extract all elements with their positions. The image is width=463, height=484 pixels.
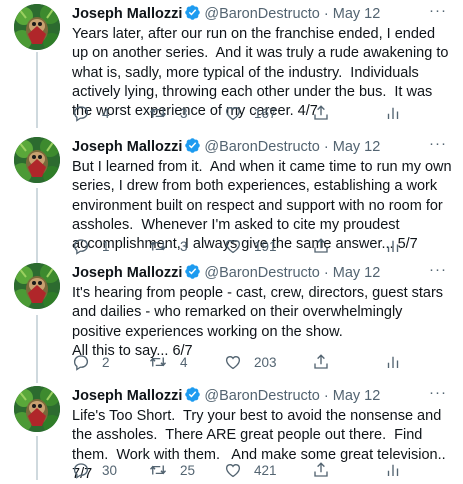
- reply-icon: [73, 106, 89, 122]
- avatar[interactable]: [14, 4, 60, 50]
- reply-button[interactable]: 2: [72, 353, 110, 371]
- tweet-actions: 4 3 167: [72, 104, 455, 122]
- author-handle[interactable]: @BaronDestructo: [204, 6, 319, 22]
- retweet-button[interactable]: 3: [148, 237, 188, 255]
- retweet-count: 4: [180, 354, 188, 370]
- reply-count: 1: [102, 238, 110, 254]
- retweet-count: 3: [180, 105, 188, 121]
- avatar[interactable]: [14, 137, 60, 183]
- retweet-icon: [149, 357, 167, 367]
- share-icon: [314, 462, 328, 477]
- tweet[interactable]: Joseph Mallozzi @BaronDestructo · May 12 …: [0, 136, 463, 257]
- avatar[interactable]: [14, 263, 60, 309]
- separator-dot: ·: [323, 6, 329, 22]
- tweet-text: It's hearing from people - cast, crew, d…: [72, 285, 444, 359]
- author-name[interactable]: Joseph Mallozzi: [72, 139, 182, 155]
- analytics-button[interactable]: [384, 353, 402, 371]
- like-icon: [225, 107, 241, 121]
- more-icon[interactable]: ···: [429, 385, 447, 400]
- reply-button[interactable]: 4: [72, 104, 110, 122]
- verified-badge-icon: [184, 386, 201, 408]
- tweet-header: Joseph Mallozzi @BaronDestructo · May 12 …: [72, 136, 453, 155]
- share-button[interactable]: [312, 353, 330, 371]
- avatar[interactable]: [14, 386, 60, 432]
- tweet[interactable]: Joseph Mallozzi @BaronDestructo · May 12 …: [0, 385, 463, 482]
- reply-icon: [73, 463, 89, 479]
- reply-count: 4: [102, 105, 110, 121]
- like-icon: [225, 464, 241, 478]
- tweet-actions: 30 25 421: [72, 461, 455, 479]
- verified-badge-icon: [184, 4, 201, 26]
- like-button[interactable]: 167: [224, 104, 277, 122]
- retweet-button[interactable]: 25: [148, 461, 195, 479]
- tweet-actions: 1 3 191: [72, 237, 455, 255]
- author-name[interactable]: Joseph Mallozzi: [72, 265, 182, 281]
- retweet-icon: [149, 241, 167, 251]
- tweet[interactable]: Joseph Mallozzi @BaronDestructo · May 12 …: [0, 262, 463, 373]
- like-icon: [225, 240, 241, 254]
- tweet-date[interactable]: May 12: [333, 6, 381, 22]
- like-count: 191: [254, 238, 277, 254]
- retweet-count: 3: [180, 238, 188, 254]
- retweet-icon: [149, 108, 167, 118]
- analytics-icon: [387, 356, 399, 368]
- reply-icon: [73, 239, 89, 255]
- share-icon: [314, 105, 328, 120]
- reply-icon: [73, 355, 89, 371]
- like-icon: [225, 356, 241, 370]
- analytics-icon: [387, 464, 399, 476]
- share-button[interactable]: [312, 237, 330, 255]
- author-name[interactable]: Joseph Mallozzi: [72, 6, 182, 22]
- tweet-header: Joseph Mallozzi @BaronDestructo · May 12 …: [72, 262, 453, 281]
- more-icon[interactable]: ···: [429, 3, 447, 18]
- analytics-button[interactable]: [384, 104, 402, 122]
- retweet-icon: [149, 465, 167, 475]
- tweet-actions: 2 4 203: [72, 353, 455, 371]
- author-name[interactable]: Joseph Mallozzi: [72, 388, 182, 404]
- more-icon[interactable]: ···: [429, 262, 447, 277]
- tweet[interactable]: Joseph Mallozzi @BaronDestructo · May 12 …: [0, 3, 463, 124]
- verified-badge-icon: [184, 263, 201, 285]
- like-button[interactable]: 191: [224, 237, 277, 255]
- author-handle[interactable]: @BaronDestructo: [204, 388, 319, 404]
- like-button[interactable]: 203: [224, 353, 277, 371]
- tweet-header: Joseph Mallozzi @BaronDestructo · May 12 …: [72, 3, 453, 22]
- retweet-button[interactable]: 3: [148, 104, 188, 122]
- tweet-date[interactable]: May 12: [333, 265, 381, 281]
- share-button[interactable]: [312, 461, 330, 479]
- tweet-date[interactable]: May 12: [333, 388, 381, 404]
- share-button[interactable]: [312, 104, 330, 122]
- verified-badge-icon: [184, 137, 201, 159]
- like-count: 421: [254, 462, 277, 478]
- analytics-icon: [387, 107, 399, 119]
- reply-button[interactable]: 30: [72, 461, 117, 479]
- tweet-header: Joseph Mallozzi @BaronDestructo · May 12 …: [72, 385, 453, 404]
- analytics-icon: [387, 240, 399, 252]
- reply-count: 2: [102, 354, 110, 370]
- separator-dot: ·: [323, 139, 329, 155]
- reply-count: 30: [102, 462, 118, 478]
- author-handle[interactable]: @BaronDestructo: [204, 265, 319, 281]
- analytics-button[interactable]: [384, 237, 402, 255]
- analytics-button[interactable]: [384, 461, 402, 479]
- more-icon[interactable]: ···: [429, 136, 447, 151]
- like-count: 167: [254, 105, 277, 121]
- like-button[interactable]: 421: [224, 461, 277, 479]
- like-count: 203: [254, 354, 277, 370]
- share-icon: [314, 238, 328, 253]
- separator-dot: ·: [323, 265, 329, 281]
- separator-dot: ·: [323, 388, 329, 404]
- reply-button[interactable]: 1: [72, 237, 110, 255]
- author-handle[interactable]: @BaronDestructo: [204, 139, 319, 155]
- retweet-count: 25: [180, 462, 196, 478]
- share-icon: [314, 354, 328, 369]
- tweet-date[interactable]: May 12: [333, 139, 381, 155]
- retweet-button[interactable]: 4: [148, 353, 188, 371]
